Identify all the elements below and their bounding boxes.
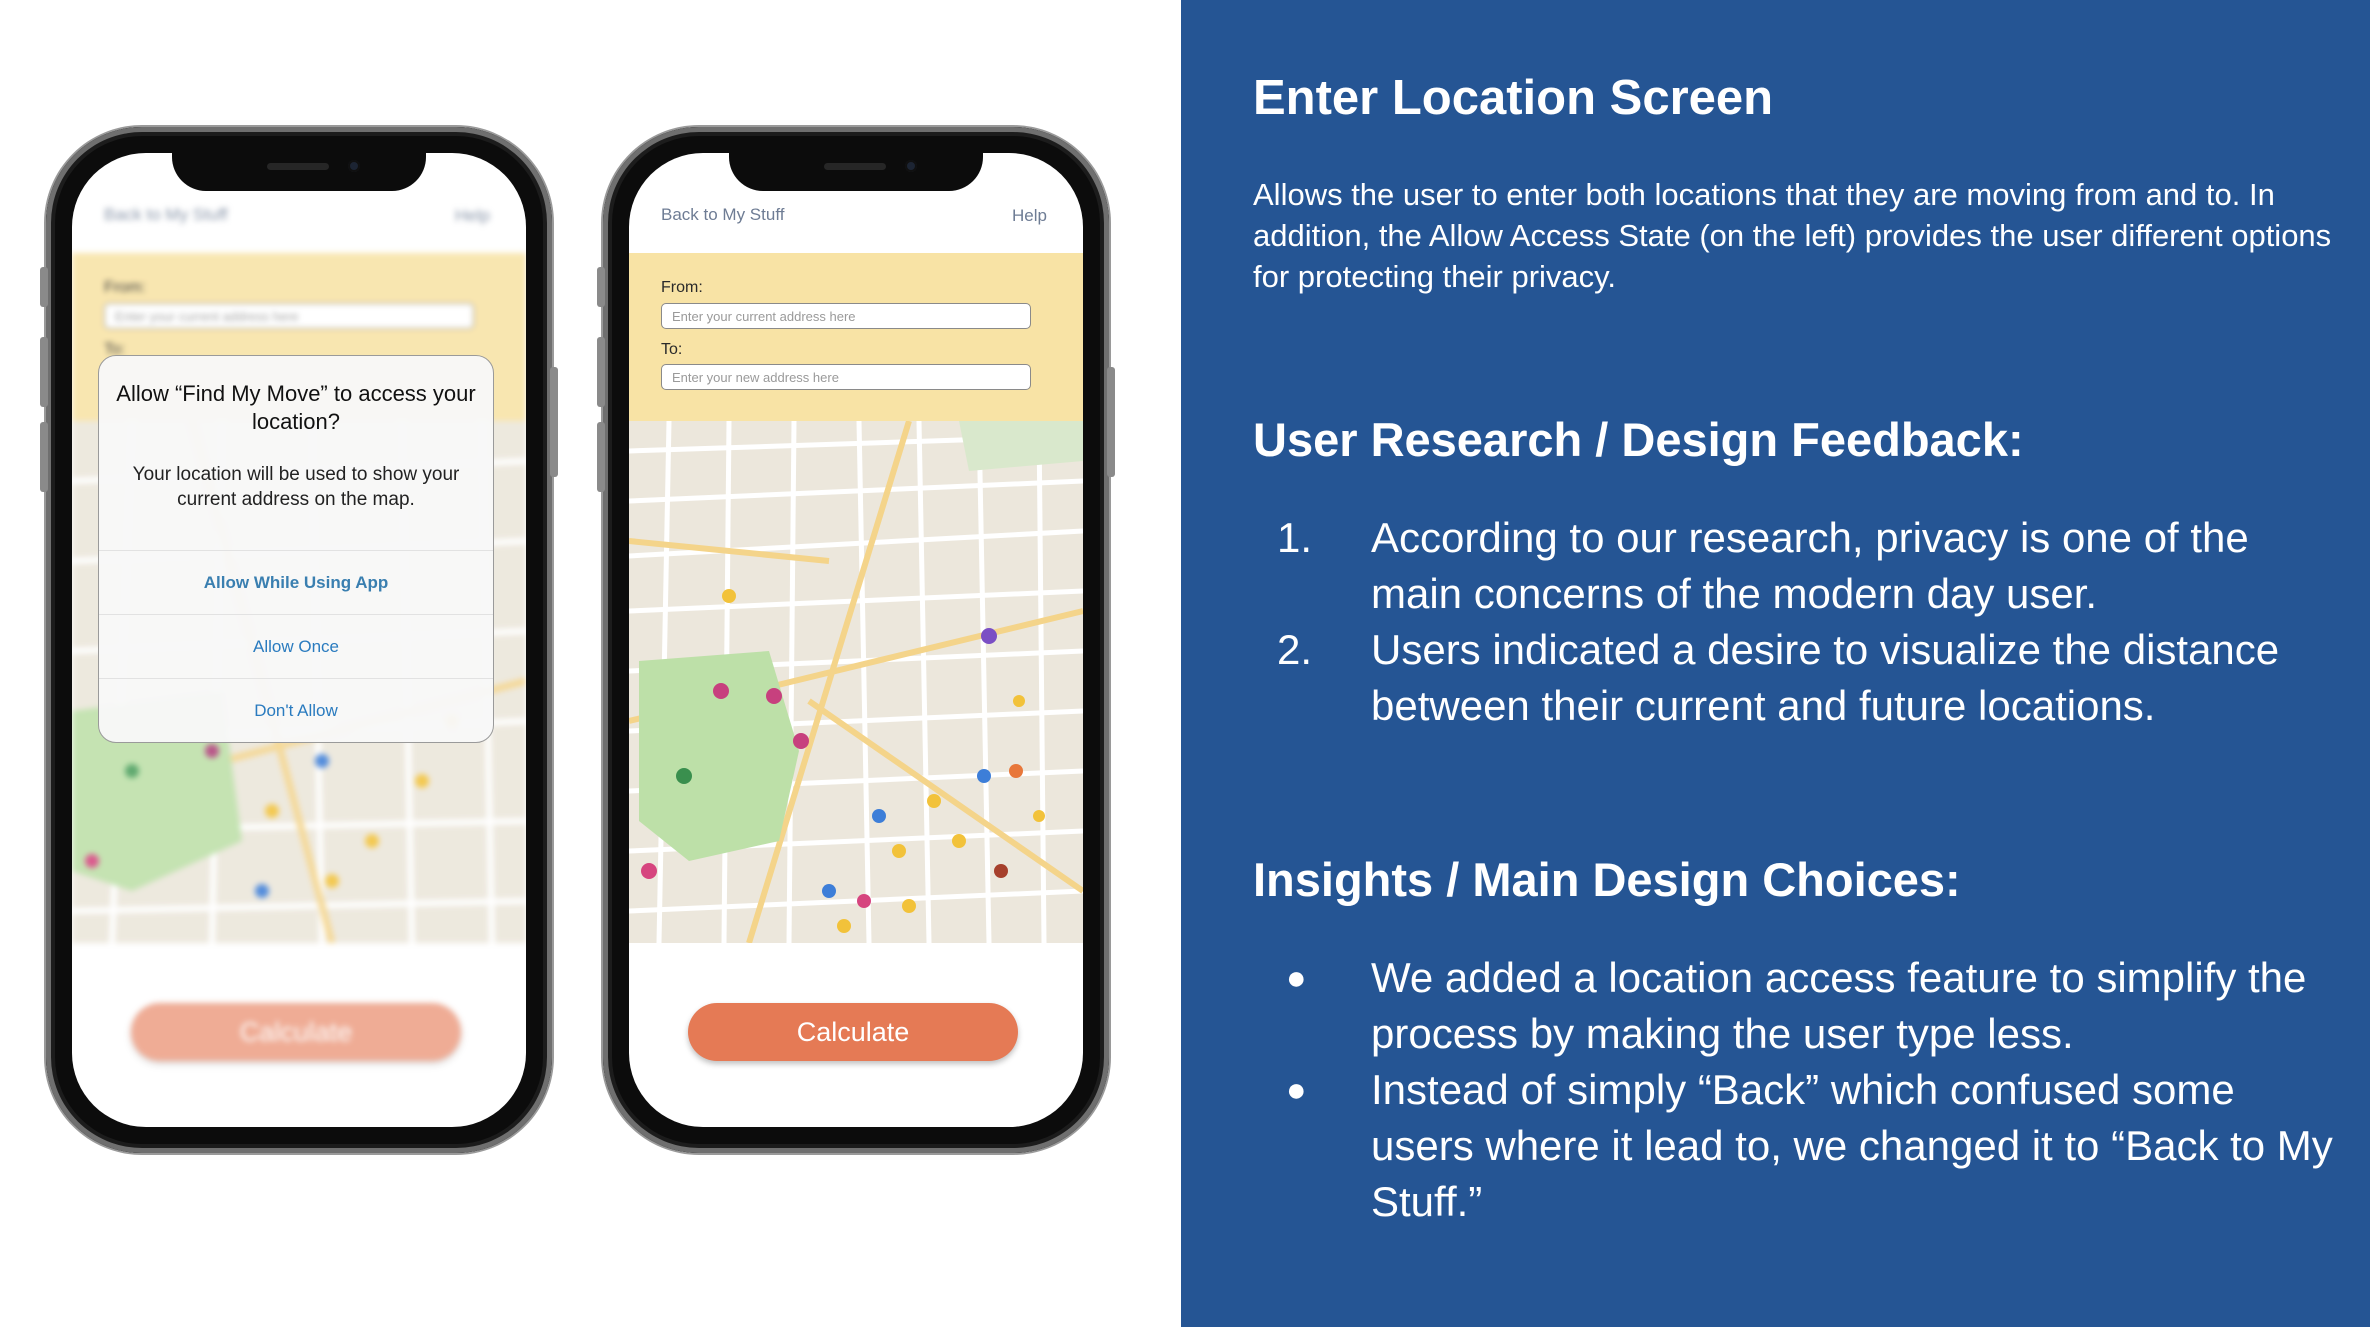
insights-heading: Insights / Main Design Choices: [1253,853,1961,906]
calculate-button[interactable]: Calculate [688,1003,1018,1061]
from-label: From: [661,279,703,296]
panel-title: Enter Location Screen [1253,71,1774,125]
phone-side-button [597,337,605,407]
camera-icon [905,160,917,172]
dialog-title: Allow “Find My Move” to access your loca… [116,381,476,434]
city-map[interactable] [629,421,1083,943]
research-heading: User Research / Design Feedback: [1253,413,2024,466]
panel-description: Allows the user to enter both locations … [1253,177,2332,294]
to-label: To: [661,341,683,358]
research-item: 2. Users indicated a desire to visualize… [1253,622,2333,734]
description-panel: Enter Location Screen Allows the user to… [1181,0,2370,1327]
phone-side-button [597,267,605,307]
phone-default-state: Back to My Stuff Help From: Enter your c… [597,127,1115,1153]
phone-permission-state: Back to My Stuff Help From: Enter your c… [40,127,558,1153]
camera-icon [348,160,360,172]
phone-side-button [597,422,605,492]
list-text: Instead of simply “Back” which confused … [1371,1066,2333,1225]
bullet-icon: ● [1286,959,1307,997]
phone-notch [172,153,426,191]
insight-item: ● Instead of simply “Back” which confuse… [1253,1062,2333,1230]
insight-item: ● We added a location access feature to … [1253,950,2333,1062]
phone-side-button [40,422,48,492]
address-form: From: Enter your current address here To… [629,253,1083,421]
insights-list: ● We added a location access feature to … [1253,950,2333,1230]
map-graphic [629,421,1083,943]
allow-while-using-app-button[interactable]: Allow While Using App [99,550,493,614]
phone-side-button [1107,367,1115,477]
phone-side-button [40,267,48,307]
help-link[interactable]: Help [1012,206,1047,226]
research-item: 1. According to our research, privacy is… [1253,510,2333,622]
dialog-message: Your location will be used to show your … [132,464,460,510]
phone-notch [729,153,983,191]
dont-allow-button[interactable]: Don't Allow [99,678,493,742]
to-address-input[interactable]: Enter your new address here [661,364,1031,390]
list-number: 1. [1277,514,1313,561]
phone-screen: Back to My Stuff Help From: Enter your c… [629,153,1083,1127]
list-number: 2. [1277,626,1313,673]
location-permission-dialog: Allow “Find My Move” to access your loca… [98,355,494,743]
list-text: Users indicated a desire to visualize th… [1371,626,2280,729]
from-address-input[interactable]: Enter your current address here [661,303,1031,329]
back-to-my-stuff-link[interactable]: Back to My Stuff [661,205,784,225]
list-text: We added a location access feature to si… [1371,954,2307,1057]
phone-side-button [550,367,558,477]
list-text: According to our research, privacy is on… [1371,514,2249,617]
phone-side-button [40,337,48,407]
allow-once-button[interactable]: Allow Once [99,614,493,678]
research-list: 1. According to our research, privacy is… [1253,510,2333,734]
phone-screen: Back to My Stuff Help From: Enter your c… [72,153,526,1127]
bullet-icon: ● [1286,1071,1307,1109]
slide-left-area: Back to My Stuff Help From: Enter your c… [0,0,1181,1327]
